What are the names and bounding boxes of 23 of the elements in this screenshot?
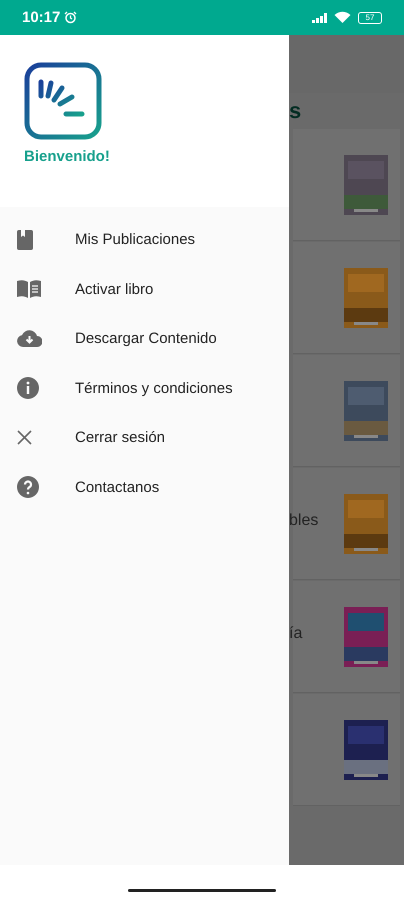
wifi-icon: [334, 11, 351, 24]
page-title: s: [289, 97, 302, 125]
cloud-download-icon: [17, 330, 42, 348]
menu-item[interactable]: Términos y condiciones: [0, 364, 289, 413]
menu-item[interactable]: Descargar Contenido: [0, 314, 289, 364]
info-icon: [17, 377, 39, 400]
battery-level: 57: [366, 13, 374, 22]
alarm-clock-icon: [64, 11, 78, 24]
signal-icon: [312, 12, 330, 23]
menu-item[interactable]: Mis Publicaciones: [0, 215, 289, 264]
help-icon: [17, 476, 39, 498]
menu-item[interactable]: Contactanos: [0, 462, 289, 512]
welcome-text: Bienvenido!: [24, 148, 111, 165]
menu-item[interactable]: Cerrar sesión: [0, 413, 289, 462]
open-book-icon: [17, 280, 41, 298]
book-icon: [17, 230, 33, 250]
close-icon: [17, 430, 32, 446]
logo-icon: [24, 62, 102, 140]
menu-item[interactable]: Activar libro: [0, 264, 289, 314]
clock-time: 10:17: [22, 9, 60, 26]
book-title: bles: [289, 512, 318, 530]
home-indicator[interactable]: [128, 889, 276, 892]
book-title: ía: [289, 625, 302, 643]
